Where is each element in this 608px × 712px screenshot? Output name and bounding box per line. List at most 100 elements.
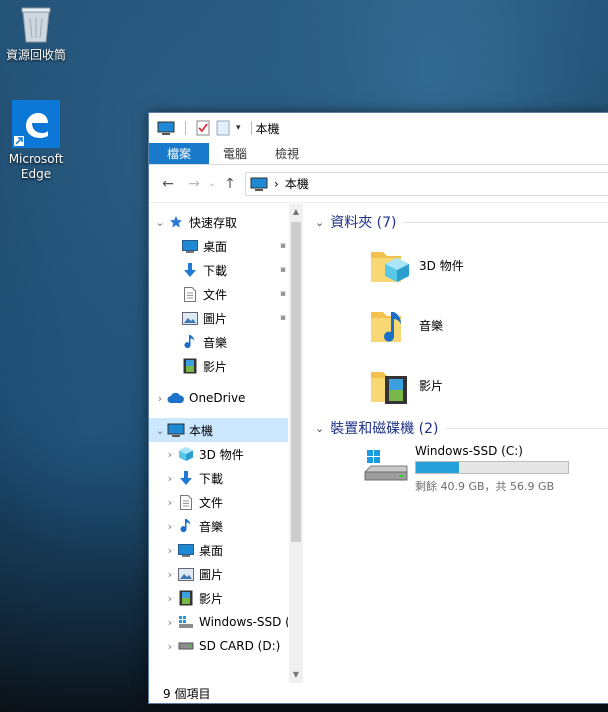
nav-item-pictures-pc[interactable]: › 圖片 — [149, 562, 288, 586]
windows-drive-icon — [177, 614, 195, 630]
file-explorer-window[interactable]: ▾ 本機 檔案 電腦 檢視 ← → ⌄ ↑ › 本機 ⌄ 快速存取 桌面 ▪ 下… — [148, 112, 608, 704]
drive-usage-bar — [415, 461, 569, 474]
nav-item-music[interactable]: 音樂 — [149, 330, 288, 354]
video-folder-icon — [371, 372, 407, 404]
chevron-right-icon[interactable]: › — [163, 616, 177, 629]
windows-drive-icon — [364, 450, 408, 481]
chevron-right-icon[interactable]: › — [163, 568, 177, 581]
item-count: 9 個項目 — [163, 686, 211, 701]
nav-item-downloads-pc[interactable]: › 下載 — [149, 466, 288, 490]
folder-tile-videos[interactable]: 影片 — [367, 362, 443, 408]
nav-item-windows-ssd[interactable]: › Windows-SSD ( — [149, 610, 288, 634]
nav-item-downloads[interactable]: 下載 ▪ — [149, 258, 288, 282]
edge-icon — [12, 100, 60, 148]
nav-item-desktop-pc[interactable]: › 桌面 — [149, 538, 288, 562]
scroll-up-arrow-icon[interactable]: ▲ — [289, 204, 303, 220]
nav-item-videos-pc[interactable]: › 影片 — [149, 586, 288, 610]
computer-icon — [167, 422, 185, 438]
main-pane[interactable]: ⌄ 資料夾 (7) 3D 物件 音樂 影片 ⌄ 裝置和磁碟機 (2) Windo… — [305, 204, 608, 683]
nav-item-label: Windows-SSD ( — [199, 615, 288, 629]
document-icon — [177, 494, 195, 510]
breadcrumb-separator[interactable]: › — [274, 177, 279, 191]
chevron-right-icon[interactable]: › — [163, 592, 177, 605]
new-folder-icon[interactable] — [216, 120, 230, 136]
group-header-label: 資料夾 (7) — [330, 215, 397, 231]
chevron-right-icon[interactable]: › — [163, 520, 177, 533]
chevron-right-icon[interactable]: › — [163, 448, 177, 461]
tab-view[interactable]: 檢視 — [261, 143, 313, 164]
nav-item-desktop[interactable]: 桌面 ▪ — [149, 234, 288, 258]
nav-item-label: 圖片 — [199, 567, 224, 582]
chevron-down-icon[interactable]: ⌄ — [315, 422, 324, 435]
group-header-folders[interactable]: ⌄ 資料夾 (7) — [315, 212, 608, 232]
pictures-icon — [177, 566, 195, 582]
chevron-right-icon[interactable]: › — [163, 544, 177, 557]
desktop-folder-icon — [181, 238, 199, 254]
chevron-right-icon[interactable]: › — [163, 496, 177, 509]
nav-pane-scrollbar[interactable]: ▲ ▼ — [289, 204, 303, 683]
chevron-down-icon[interactable]: ⌄ — [153, 216, 167, 229]
pin-icon[interactable]: ▪ — [280, 313, 286, 323]
up-arrow-icon[interactable]: ↑ — [221, 176, 239, 192]
customize-toolbar-dropdown-icon[interactable]: ▾ — [236, 123, 241, 133]
chevron-down-icon[interactable]: ⌄ — [153, 424, 167, 437]
content-area: ⌄ 快速存取 桌面 ▪ 下載 ▪ 文件 ▪ 圖片 ▪ 音樂 影片 › OneDr… — [149, 204, 608, 683]
nav-item-videos[interactable]: 影片 — [149, 354, 288, 378]
nav-item-documents[interactable]: 文件 ▪ — [149, 282, 288, 306]
pin-icon[interactable]: ▪ — [280, 265, 286, 275]
back-arrow-icon[interactable]: ← — [159, 176, 177, 192]
star-icon — [167, 214, 185, 230]
folder-tile-music[interactable]: 音樂 — [367, 302, 443, 348]
pin-icon[interactable]: ▪ — [280, 241, 286, 251]
nav-item-3d-objects[interactable]: › 3D 物件 — [149, 442, 288, 466]
toolbar-separator — [250, 121, 252, 135]
scrollbar-thumb[interactable] — [291, 222, 301, 542]
tab-computer[interactable]: 電腦 — [209, 143, 261, 164]
nav-item-documents-pc[interactable]: › 文件 — [149, 490, 288, 514]
scroll-down-arrow-icon[interactable]: ▼ — [289, 667, 303, 683]
drive-name: Windows-SSD (C:) — [415, 444, 523, 458]
status-bar: 9 個項目 — [149, 683, 608, 703]
title-bar[interactable]: ▾ 本機 — [149, 113, 608, 143]
address-path-field[interactable]: › 本機 — [245, 171, 608, 196]
folder-tile-3d-objects[interactable]: 3D 物件 — [367, 242, 464, 288]
chevron-down-icon[interactable]: ⌄ — [315, 216, 324, 229]
nav-item-music-pc[interactable]: › 音樂 — [149, 514, 288, 538]
download-arrow-icon — [177, 470, 195, 486]
group-divider — [444, 427, 608, 429]
film-icon — [177, 590, 195, 606]
navigation-pane[interactable]: ⌄ 快速存取 桌面 ▪ 下載 ▪ 文件 ▪ 圖片 ▪ 音樂 影片 › OneDr… — [149, 204, 303, 683]
nav-item-quick-access[interactable]: ⌄ 快速存取 — [149, 210, 288, 234]
desktop-recycle-bin[interactable]: 資源回收筒 — [0, 4, 72, 63]
nav-item-label: 文件 — [199, 495, 224, 510]
recent-locations-chevron-icon[interactable]: ⌄ — [203, 178, 221, 189]
document-icon — [181, 286, 199, 302]
toolbar-separator — [185, 121, 186, 135]
pin-icon[interactable]: ▪ — [280, 289, 286, 299]
computer-icon — [250, 177, 268, 191]
edge-label-line1: Microsoft — [8, 152, 64, 166]
nav-item-label: 下載 — [199, 471, 224, 486]
nav-item-pictures[interactable]: 圖片 ▪ — [149, 306, 288, 330]
chevron-right-icon[interactable]: › — [163, 472, 177, 485]
window-title: 本機 — [255, 121, 280, 136]
properties-icon[interactable] — [196, 120, 210, 136]
breadcrumb-this-pc[interactable]: 本機 — [285, 175, 309, 192]
group-header-devices[interactable]: ⌄ 裝置和磁碟機 (2) — [315, 418, 608, 438]
recycle-bin-icon — [21, 7, 51, 43]
drive-tile-windows-ssd[interactable]: Windows-SSD (C:) 剩餘 40.9 GB，共 56.9 GB — [363, 444, 608, 494]
nav-item-sd-card[interactable]: › SD CARD (D:) — [149, 634, 288, 658]
chevron-right-icon[interactable]: › — [153, 392, 167, 405]
forward-arrow-icon[interactable]: → — [185, 176, 203, 192]
nav-item-onedrive[interactable]: › OneDrive — [149, 386, 288, 410]
nav-item-label: 下載 — [203, 263, 228, 278]
chevron-right-icon[interactable]: › — [163, 640, 177, 653]
music-note-icon — [177, 518, 195, 534]
nav-item-label: 影片 — [199, 591, 224, 606]
folder-label: 音樂 — [419, 318, 444, 333]
group-header-label: 裝置和磁碟機 (2) — [330, 421, 439, 437]
desktop-edge[interactable]: Microsoft Edge — [0, 100, 72, 182]
nav-item-this-pc[interactable]: ⌄ 本機 — [149, 418, 288, 442]
tab-file[interactable]: 檔案 — [149, 143, 210, 164]
nav-item-label: 快速存取 — [189, 215, 238, 230]
